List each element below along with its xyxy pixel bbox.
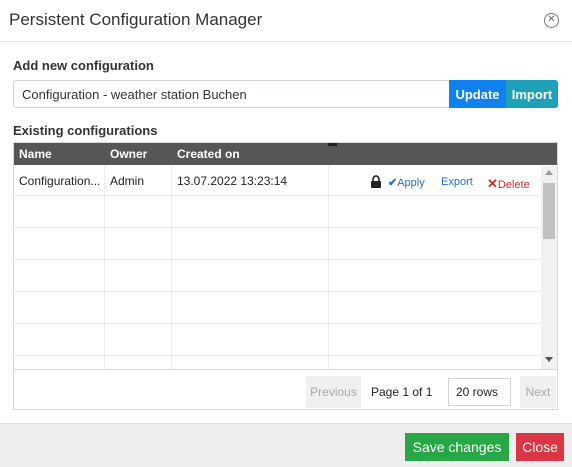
save-changes-button[interactable]: Save changes <box>405 433 509 461</box>
cell-name: Configuration... <box>19 174 101 188</box>
export-link[interactable]: Export <box>441 176 473 188</box>
dialog-title: Persistent Configuration Manager <box>9 10 263 29</box>
delete-label: Delete <box>497 179 530 191</box>
scrollbar-thumb[interactable] <box>543 183 555 239</box>
rows-per-page-select[interactable]: 20 rows <box>448 378 511 406</box>
cell-created-on: 13.07.2022 13:23:14 <box>177 174 288 188</box>
cell-owner: Admin <box>110 174 145 188</box>
grid-scrollbar[interactable] <box>541 166 557 369</box>
apply-label: Apply <box>397 177 425 189</box>
column-resize-handle[interactable] <box>328 143 337 146</box>
table-row-empty <box>14 197 541 228</box>
apply-link[interactable]: ✔Apply <box>388 176 425 189</box>
x-icon: ✕ <box>487 176 498 191</box>
check-icon: ✔ <box>388 177 398 189</box>
scroll-up-arrow-icon[interactable] <box>545 170 553 175</box>
config-name-input[interactable] <box>13 80 449 108</box>
scroll-down-arrow-icon[interactable] <box>545 357 553 362</box>
delete-link[interactable]: ✕Delete <box>487 176 530 192</box>
grid-header: Name Owner Created on <box>14 143 557 165</box>
existing-configs-label: Existing configurations <box>13 123 158 138</box>
table-row-empty <box>14 325 541 356</box>
lock-icon[interactable] <box>370 175 382 188</box>
column-header-name[interactable]: Name <box>19 147 52 161</box>
next-page-button[interactable]: Next <box>520 376 556 408</box>
column-header-owner[interactable]: Owner <box>110 147 147 161</box>
config-manager-dialog: Persistent Configuration Manager ✕ Add n… <box>0 0 572 467</box>
table-row-empty <box>14 229 541 260</box>
close-button[interactable]: Close <box>516 433 564 461</box>
column-header-created-on[interactable]: Created on <box>177 147 240 161</box>
page-indicator: Page 1 of 1 <box>371 385 433 399</box>
import-button[interactable]: Import <box>506 80 558 108</box>
configurations-grid: Name Owner Created on Configuration... A… <box>13 142 558 410</box>
table-row-empty <box>14 261 541 292</box>
grid-pager: Previous Page 1 of 1 20 rows Next <box>14 369 557 409</box>
update-button[interactable]: Update <box>449 80 506 108</box>
dialog-footer: Save changes Close <box>0 423 572 467</box>
previous-page-button[interactable]: Previous <box>306 376 361 408</box>
table-row-empty <box>14 293 541 324</box>
add-config-label: Add new configuration <box>13 58 154 73</box>
close-icon[interactable]: ✕ <box>544 13 559 28</box>
dialog-header: Persistent Configuration Manager ✕ <box>0 0 572 42</box>
